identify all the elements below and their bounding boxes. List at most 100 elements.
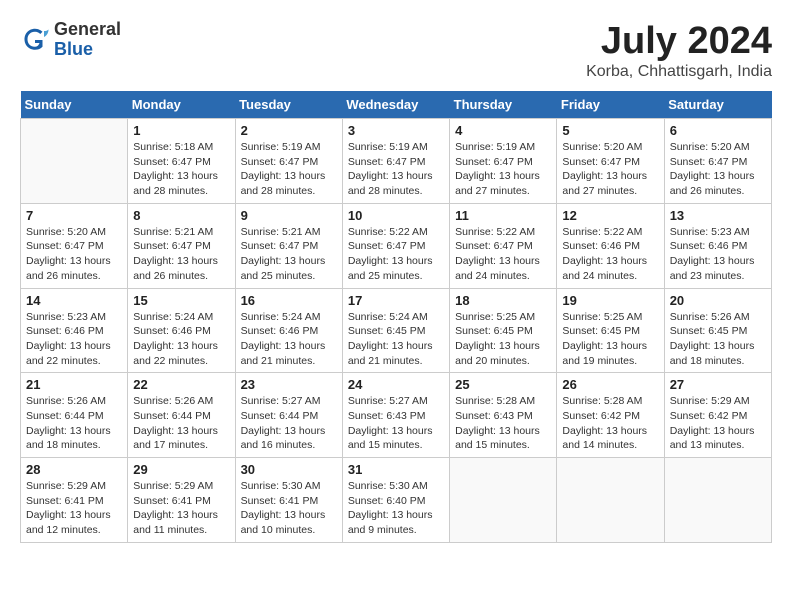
calendar-cell: 15Sunrise: 5:24 AM Sunset: 6:46 PM Dayli… <box>128 288 235 373</box>
calendar-cell: 1Sunrise: 5:18 AM Sunset: 6:47 PM Daylig… <box>128 119 235 204</box>
day-info: Sunrise: 5:20 AM Sunset: 6:47 PM Dayligh… <box>562 140 658 199</box>
calendar-cell: 21 Sunrise: 5:26 AM Sunset: 6:44 PM Dayli… <box>21 373 128 458</box>
day-number: 19 <box>562 293 658 308</box>
day-info: Sunrise: 5:26 AM Sunset: 6:44 PM Dayligh… <box>26 394 122 453</box>
calendar-cell: 7 Sunrise: 5:20 AM Sunset: 6:47 PM Daylig… <box>21 203 128 288</box>
day-number: 28 <box>26 462 122 477</box>
location: Korba, Chhattisgarh, India <box>586 63 772 81</box>
day-info: Sunrise: 5:19 AM Sunset: 6:47 PM Dayligh… <box>241 140 337 199</box>
day-number: 7 <box>26 208 122 223</box>
calendar-cell: 18 Sunrise: 5:25 AM Sunset: 6:45 PM Dayli… <box>450 288 557 373</box>
week-row-5: 28 Sunrise: 5:29 AM Sunset: 6:41 PM Dayli… <box>21 458 772 543</box>
day-info: Sunrise: 5:22 AM Sunset: 6:47 PM Dayligh… <box>348 225 444 284</box>
calendar-cell: 28 Sunrise: 5:29 AM Sunset: 6:41 PM Dayli… <box>21 458 128 543</box>
calendar-body: 1Sunrise: 5:18 AM Sunset: 6:47 PM Daylig… <box>21 119 772 543</box>
weekday-header-tuesday: Tuesday <box>235 91 342 119</box>
day-number: 22 <box>133 377 229 392</box>
week-row-2: 7 Sunrise: 5:20 AM Sunset: 6:47 PM Daylig… <box>21 203 772 288</box>
calendar-cell: 25 Sunrise: 5:28 AM Sunset: 6:43 PM Dayli… <box>450 373 557 458</box>
calendar-cell: 10 Sunrise: 5:22 AM Sunset: 6:47 PM Dayli… <box>342 203 449 288</box>
generalblue-logo-icon <box>20 25 50 55</box>
header: General Blue July 2024 Korba, Chhattisga… <box>20 20 772 81</box>
day-info: Sunrise: 5:25 AM Sunset: 6:45 PM Dayligh… <box>562 310 658 369</box>
day-number: 10 <box>348 208 444 223</box>
day-info: Sunrise: 5:20 AM Sunset: 6:47 PM Dayligh… <box>670 140 766 199</box>
day-info: Sunrise: 5:19 AM Sunset: 6:47 PM Dayligh… <box>455 140 551 199</box>
day-info: Sunrise: 5:20 AM Sunset: 6:47 PM Dayligh… <box>26 225 122 284</box>
logo-text: General Blue <box>54 20 121 60</box>
day-info: Sunrise: 5:29 AM Sunset: 6:42 PM Dayligh… <box>670 394 766 453</box>
day-info: Sunrise: 5:25 AM Sunset: 6:45 PM Dayligh… <box>455 310 551 369</box>
day-number: 14 <box>26 293 122 308</box>
day-info: Sunrise: 5:24 AM Sunset: 6:45 PM Dayligh… <box>348 310 444 369</box>
calendar-cell: 31 Sunrise: 5:30 AM Sunset: 6:40 PM Dayli… <box>342 458 449 543</box>
calendar-cell: 30 Sunrise: 5:30 AM Sunset: 6:41 PM Dayli… <box>235 458 342 543</box>
day-info: Sunrise: 5:23 AM Sunset: 6:46 PM Dayligh… <box>670 225 766 284</box>
day-info: Sunrise: 5:29 AM Sunset: 6:41 PM Dayligh… <box>133 479 229 538</box>
calendar-cell <box>21 119 128 204</box>
calendar-cell: 13 Sunrise: 5:23 AM Sunset: 6:46 PM Dayli… <box>664 203 771 288</box>
day-number: 2 <box>241 123 337 138</box>
day-info: Sunrise: 5:30 AM Sunset: 6:40 PM Dayligh… <box>348 479 444 538</box>
weekday-header-friday: Friday <box>557 91 664 119</box>
day-number: 23 <box>241 377 337 392</box>
day-info: Sunrise: 5:24 AM Sunset: 6:46 PM Dayligh… <box>241 310 337 369</box>
title-area: July 2024 Korba, Chhattisgarh, India <box>586 20 772 81</box>
calendar-cell: 23 Sunrise: 5:27 AM Sunset: 6:44 PM Dayli… <box>235 373 342 458</box>
weekday-header-saturday: Saturday <box>664 91 771 119</box>
weekday-header-sunday: Sunday <box>21 91 128 119</box>
logo-general: General <box>54 20 121 40</box>
calendar-cell <box>557 458 664 543</box>
day-info: Sunrise: 5:29 AM Sunset: 6:41 PM Dayligh… <box>26 479 122 538</box>
day-info: Sunrise: 5:21 AM Sunset: 6:47 PM Dayligh… <box>133 225 229 284</box>
day-number: 18 <box>455 293 551 308</box>
day-number: 17 <box>348 293 444 308</box>
weekday-header-row: SundayMondayTuesdayWednesdayThursdayFrid… <box>21 91 772 119</box>
day-number: 12 <box>562 208 658 223</box>
day-info: Sunrise: 5:23 AM Sunset: 6:46 PM Dayligh… <box>26 310 122 369</box>
day-info: Sunrise: 5:28 AM Sunset: 6:43 PM Dayligh… <box>455 394 551 453</box>
week-row-4: 21 Sunrise: 5:26 AM Sunset: 6:44 PM Dayli… <box>21 373 772 458</box>
calendar-cell: 5 Sunrise: 5:20 AM Sunset: 6:47 PM Daylig… <box>557 119 664 204</box>
day-info: Sunrise: 5:26 AM Sunset: 6:44 PM Dayligh… <box>133 394 229 453</box>
day-number: 9 <box>241 208 337 223</box>
day-info: Sunrise: 5:27 AM Sunset: 6:44 PM Dayligh… <box>241 394 337 453</box>
calendar-table: SundayMondayTuesdayWednesdayThursdayFrid… <box>20 91 772 543</box>
day-number: 24 <box>348 377 444 392</box>
day-number: 11 <box>455 208 551 223</box>
day-number: 30 <box>241 462 337 477</box>
day-number: 29 <box>133 462 229 477</box>
day-number: 8 <box>133 208 229 223</box>
calendar-cell: 8 Sunrise: 5:21 AM Sunset: 6:47 PM Daylig… <box>128 203 235 288</box>
weekday-header-monday: Monday <box>128 91 235 119</box>
calendar-cell: 29 Sunrise: 5:29 AM Sunset: 6:41 PM Dayli… <box>128 458 235 543</box>
calendar-cell: 24Sunrise: 5:27 AM Sunset: 6:43 PM Dayli… <box>342 373 449 458</box>
day-number: 13 <box>670 208 766 223</box>
calendar-cell: 12 Sunrise: 5:22 AM Sunset: 6:46 PM Dayli… <box>557 203 664 288</box>
calendar-cell: 16 Sunrise: 5:24 AM Sunset: 6:46 PM Dayli… <box>235 288 342 373</box>
calendar-cell: 11 Sunrise: 5:22 AM Sunset: 6:47 PM Dayli… <box>450 203 557 288</box>
calendar-cell: 3Sunrise: 5:19 AM Sunset: 6:47 PM Daylig… <box>342 119 449 204</box>
day-info: Sunrise: 5:22 AM Sunset: 6:46 PM Dayligh… <box>562 225 658 284</box>
month-year: July 2024 <box>586 20 772 63</box>
day-info: Sunrise: 5:30 AM Sunset: 6:41 PM Dayligh… <box>241 479 337 538</box>
day-number: 21 <box>26 377 122 392</box>
calendar-cell: 26Sunrise: 5:28 AM Sunset: 6:42 PM Dayli… <box>557 373 664 458</box>
weekday-header-wednesday: Wednesday <box>342 91 449 119</box>
calendar-cell <box>450 458 557 543</box>
day-number: 20 <box>670 293 766 308</box>
week-row-3: 14 Sunrise: 5:23 AM Sunset: 6:46 PM Dayli… <box>21 288 772 373</box>
calendar-cell: 22 Sunrise: 5:26 AM Sunset: 6:44 PM Dayli… <box>128 373 235 458</box>
day-number: 31 <box>348 462 444 477</box>
day-number: 5 <box>562 123 658 138</box>
day-number: 16 <box>241 293 337 308</box>
logo: General Blue <box>20 20 121 60</box>
day-number: 1 <box>133 123 229 138</box>
calendar-cell: 19 Sunrise: 5:25 AM Sunset: 6:45 PM Dayli… <box>557 288 664 373</box>
calendar-cell <box>664 458 771 543</box>
day-info: Sunrise: 5:22 AM Sunset: 6:47 PM Dayligh… <box>455 225 551 284</box>
day-number: 25 <box>455 377 551 392</box>
calendar-cell: 2 Sunrise: 5:19 AM Sunset: 6:47 PM Daylig… <box>235 119 342 204</box>
calendar-cell: 27Sunrise: 5:29 AM Sunset: 6:42 PM Dayli… <box>664 373 771 458</box>
day-number: 6 <box>670 123 766 138</box>
